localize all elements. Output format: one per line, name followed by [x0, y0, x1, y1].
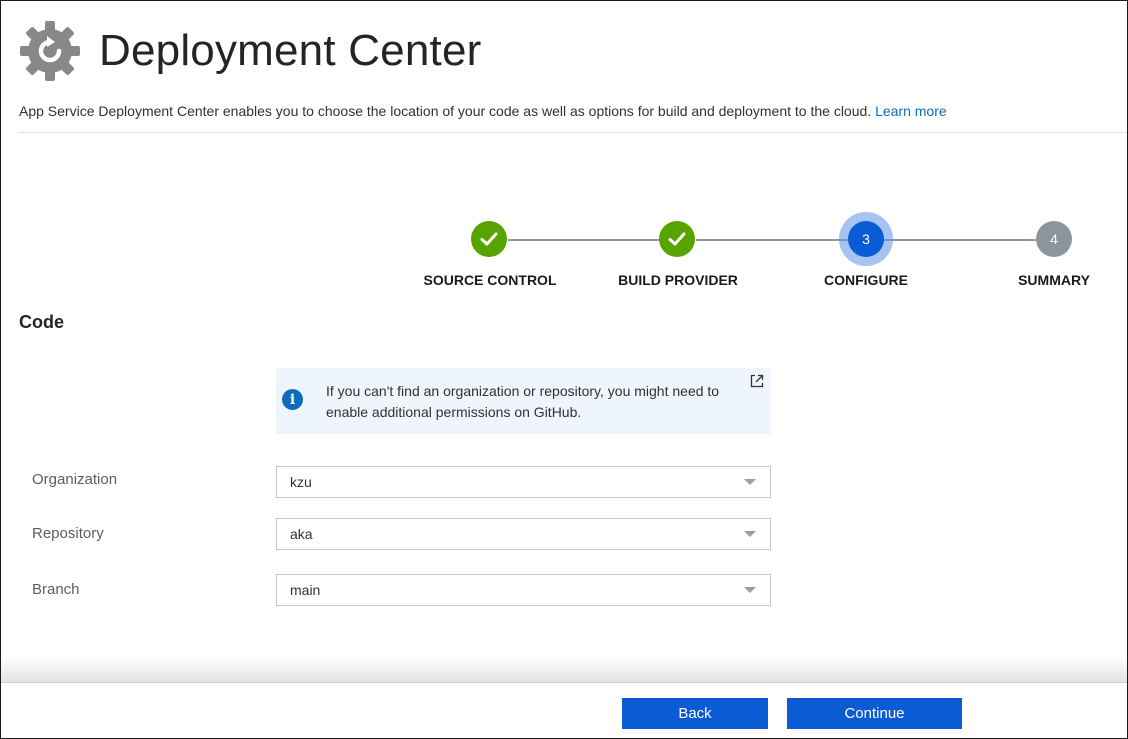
wizard-stepper: 3 4 SOURCE CONTROL BUILD PROVIDER CONFIG…	[1, 1, 1127, 301]
organization-dropdown[interactable]: kzu	[276, 466, 771, 498]
step-label-summary: SUMMARY	[1018, 272, 1090, 288]
info-message-bar: i If you can't find an organization or r…	[276, 368, 771, 434]
repository-dropdown[interactable]: aka	[276, 518, 771, 550]
checkmark-icon	[480, 232, 498, 246]
info-message-text: If you can't find an organization or rep…	[326, 383, 720, 420]
chevron-down-icon	[744, 587, 756, 593]
code-section-title: Code	[19, 312, 64, 332]
step-connector	[696, 239, 848, 241]
branch-value: main	[290, 582, 321, 598]
checkmark-icon	[668, 232, 686, 246]
branch-label: Branch	[32, 581, 80, 598]
deployment-center-window: Deployment Center App Service Deployment…	[0, 0, 1128, 739]
continue-button[interactable]: Continue	[787, 698, 962, 729]
step-2-complete-icon	[659, 221, 695, 257]
step-connector	[884, 239, 1036, 241]
back-button[interactable]: Back	[622, 698, 768, 729]
chevron-down-icon	[744, 479, 756, 485]
step-1-complete-icon	[471, 221, 507, 257]
repository-label: Repository	[32, 525, 104, 542]
step-connector	[508, 239, 660, 241]
branch-dropdown[interactable]: main	[276, 574, 771, 606]
step-label-configure: CONFIGURE	[824, 272, 908, 288]
chevron-down-icon	[744, 531, 756, 537]
open-external-icon[interactable]	[749, 373, 765, 389]
organization-label: Organization	[32, 471, 118, 488]
organization-value: kzu	[290, 474, 312, 490]
step-3-active: 3	[848, 221, 884, 257]
footer-shadow	[1, 657, 1127, 683]
step-label-build-provider[interactable]: BUILD PROVIDER	[618, 272, 738, 288]
step-label-source-control[interactable]: SOURCE CONTROL	[424, 272, 557, 288]
step-4-pending: 4	[1036, 221, 1072, 257]
repository-value: aka	[290, 526, 313, 542]
info-icon: i	[282, 389, 303, 410]
